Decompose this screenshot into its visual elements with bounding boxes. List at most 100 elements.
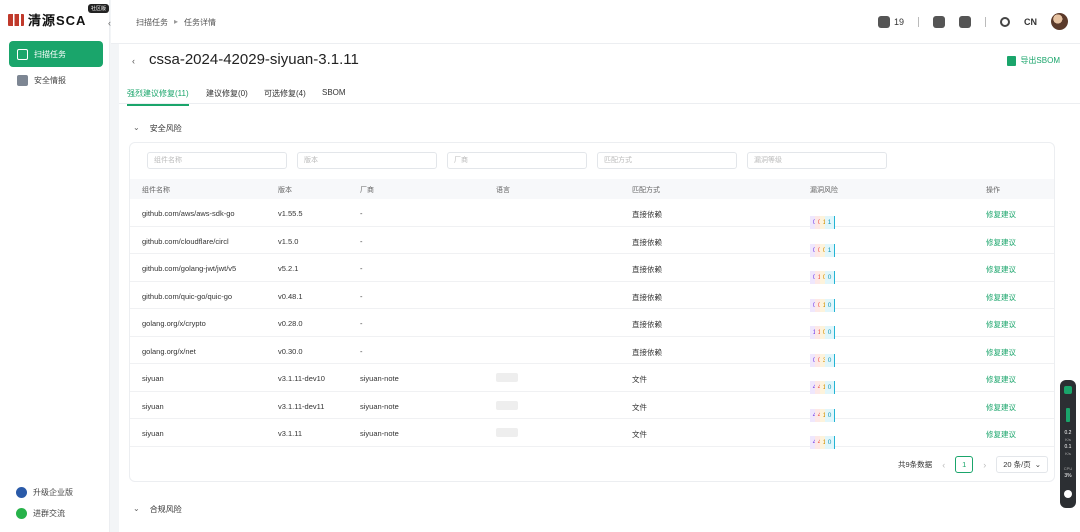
tab-bar: 强烈建议修复(11) 建议修复(0) 可选修复(4) SBOM [119,82,1080,106]
next-page-icon[interactable]: › [983,460,986,470]
component-name: siyuan [142,374,164,383]
wechat-icon [16,508,27,519]
usage-bar [1066,408,1070,422]
export-sbom-button[interactable]: 导出SBOM [1007,55,1060,66]
sidebar: 清源SCA 社区版 扫描任务 安全情报 升级企业版 进群交流 [0,0,110,532]
chevron-down-icon: ⌄ [133,123,140,132]
fix-suggestion-link[interactable]: 修复建议 [986,264,1016,275]
language-redacted [496,428,518,437]
vendor: - [360,236,363,246]
component-name: siyuan [142,429,164,438]
network-monitor-widget[interactable]: 0.2 K/s 0.1 K/s CPU 3% [1060,380,1076,508]
vendor: - [360,319,363,328]
breadcrumb-separator: ▸ [174,17,179,26]
avatar[interactable] [1051,13,1068,30]
top-bar: ‹ 扫描任务 ▸ 任务详情 19 CN [108,0,1080,44]
download-unit: K/s [1065,451,1071,456]
tab-recommended[interactable]: 建议修复(0) [206,88,248,99]
match-filter-select[interactable]: 匹配方式 [597,152,737,169]
table-row: github.com/aws/aws-sdk-go v1.55.5 - 直接依赖 C0H… [130,199,1054,229]
chevron-down-icon: ⌄ [1034,460,1041,469]
col-vendor: 厂商 [360,187,374,194]
theme-toggle-icon[interactable] [1000,16,1010,27]
tab-optional[interactable]: 可选修复(4) [264,88,306,99]
version: v3.1.11-dev10 [278,374,325,383]
table-header: 组件名称 版本 厂商 语言 匹配方式 漏洞风险 操作 [130,179,1054,199]
version: v0.48.1 [278,291,303,301]
table-row: siyuan v3.1.11-dev10 siyuan-note 文件 C4H4M1L0… [130,364,1054,394]
col-match: 匹配方式 [632,187,660,194]
table-row: siyuan v3.1.11 siyuan-note 文件 C4H4M1L0 修复建议 [130,419,1054,449]
version: v0.30.0 [278,346,303,356]
match-type: 直接依赖 [632,347,662,357]
risk-badges: C0H0M1L0 [810,289,835,312]
table-row: siyuan v3.1.11-dev11 siyuan-note 文件 C4H4M1L0… [130,392,1054,422]
col-version: 版本 [278,187,292,194]
risk-badges: C1H1M0L0 [810,316,835,339]
tab-sbom[interactable]: SBOM [322,88,346,97]
fix-suggestion-link[interactable]: 修复建议 [986,209,1016,220]
version: v1.5.0 [278,236,299,246]
edition-badge: 社区版 [88,4,110,13]
breadcrumb: 扫描任务 ▸ 任务详情 [136,17,216,28]
upgrade-link[interactable]: 升级企业版 [16,487,73,498]
download-speed: 0.1 [1064,444,1072,450]
page-button-current[interactable]: 1 [955,456,974,473]
join-group-link[interactable]: 进群交流 [16,508,65,519]
notification-count: 19 [893,16,904,27]
logo-icon [8,13,24,26]
vendor: siyuan-note [360,429,399,438]
logo: 清源SCA 社区版 [8,4,110,29]
risk-badges: C0H0M3L0 [810,344,835,367]
section-compliance-risk[interactable]: ⌄ 合规风险 [133,504,182,515]
version-filter-input[interactable]: 版本 [297,152,437,169]
table-row: golang.org/x/net v0.30.0 - 直接依赖 C0H0M3L0 修复建议 [130,337,1054,367]
sidebar-item-security-intel[interactable]: 安全情报 [9,67,103,93]
breadcrumb-scan-tasks[interactable]: 扫描任务 [136,17,168,28]
risk-badges: C4H4M1L0 [810,399,835,422]
prev-page-icon[interactable]: ‹ [942,460,945,470]
vendor: - [360,264,363,273]
sidebar-item-label: 扫描任务 [34,49,66,59]
sidebar-item-scan-tasks[interactable]: 扫描任务 [9,41,103,67]
vendor: siyuan-note [360,401,399,411]
vendor: - [360,209,363,218]
risk-level-filter-select[interactable]: 漏洞等级 [747,152,887,169]
brand-name: 清源SCA [28,13,87,28]
col-language: 语言 [496,187,510,194]
table-row: github.com/cloudflare/circl v1.5.0 - 直接依赖 C0… [130,227,1054,257]
section-security-risk[interactable]: ⌄ 安全风险 [133,123,182,134]
fix-suggestion-link[interactable]: 修复建议 [986,429,1016,440]
component-name: github.com/cloudflare/circl [142,236,229,246]
fix-suggestion-link[interactable]: 修复建议 [986,319,1016,330]
tab-strongly-recommended[interactable]: 强烈建议修复(11) [127,88,189,106]
language-switch[interactable]: CN [1024,17,1037,27]
match-type: 直接依赖 [632,265,662,274]
breadcrumb-task-detail: 任务详情 [184,18,217,27]
scan-icon [17,48,28,60]
export-label: 导出SBOM [1020,56,1060,65]
fix-suggestion-link[interactable]: 修复建议 [986,237,1016,248]
page-size-select[interactable]: 20 条/页 ⌄ [996,456,1048,473]
section-title: 合规风险 [149,505,182,514]
export-icon [1007,55,1017,66]
risk-table-panel: 组件名称 版本 厂商 匹配方式 漏洞等级 组件名称 版本 厂商 语言 匹配方式 … [129,142,1055,482]
main-content: ‹ cssa-2024-42029-siyuan-3.1.11 导出SBOM 强… [111,44,1080,532]
table-row: github.com/quic-go/quic-go v0.48.1 - 直接依赖 C0… [130,282,1054,312]
back-icon[interactable]: ‹ [132,56,135,66]
document-icon[interactable] [959,15,971,28]
version: v3.1.11-dev11 [278,401,325,411]
component-filter-input[interactable]: 组件名称 [147,152,287,169]
match-type: 直接依赖 [632,237,662,247]
fix-suggestion-link[interactable]: 修复建议 [986,402,1016,413]
match-type: 直接依赖 [632,292,662,302]
collapse-sidebar-icon[interactable]: ‹ [108,18,111,28]
vendor-filter-input[interactable]: 厂商 [447,152,587,169]
fix-suggestion-link[interactable]: 修复建议 [986,347,1016,358]
notification-button[interactable]: 19 [877,15,904,28]
risk-badges: C0H1M0L0 [810,261,835,284]
fix-suggestion-link[interactable]: 修复建议 [986,374,1016,385]
fix-suggestion-link[interactable]: 修复建议 [986,292,1016,303]
match-type: 文件 [632,402,647,412]
inbox-icon[interactable] [933,15,945,28]
